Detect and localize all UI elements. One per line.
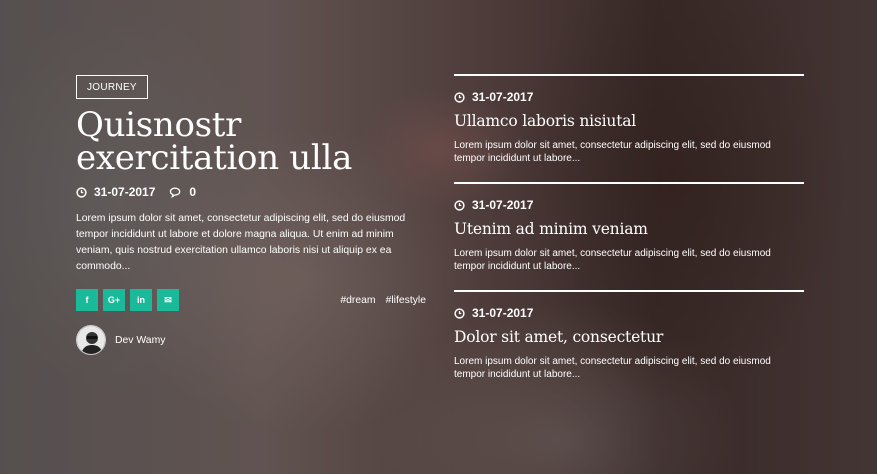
post-title[interactable]: Utenim ad minim veniam: [454, 220, 804, 238]
featured-post-excerpt: Lorem ipsum dolor sit amet, consectetur …: [76, 213, 406, 272]
tag-link[interactable]: #lifestyle: [386, 295, 426, 306]
comments-icon: [170, 187, 181, 198]
list-item: 31-07-2017 Ullamco laboris nisiutal Lore…: [454, 74, 804, 182]
facebook-icon: f: [85, 295, 89, 305]
linkedin-share-button[interactable]: in: [130, 289, 152, 311]
clock-icon: [76, 186, 87, 198]
email-icon: ✉: [164, 294, 172, 305]
author-info: Dev Wamy: [76, 325, 426, 355]
post-excerpt: Lorem ipsum dolor sit amet, consectetur …: [454, 140, 771, 164]
clock-icon: [454, 199, 465, 211]
featured-post-title[interactable]: Quisnostr exercitation ulla: [76, 108, 426, 175]
post-date: 31-07-2017: [472, 90, 534, 104]
author-avatar[interactable]: [76, 325, 106, 355]
post-date: 31-07-2017: [472, 306, 534, 320]
post-title[interactable]: Ullamco laboris nisiutal: [454, 112, 804, 130]
recent-posts-list: 31-07-2017 Ullamco laboris nisiutal Lore…: [454, 74, 804, 398]
post-excerpt: Lorem ipsum dolor sit amet, consectetur …: [454, 248, 771, 272]
email-share-button[interactable]: ✉: [157, 289, 179, 311]
facebook-share-button[interactable]: f: [76, 289, 98, 311]
post-title[interactable]: Dolor sit amet, consectetur: [454, 328, 804, 346]
tag-link[interactable]: #dream: [340, 295, 375, 306]
category-tag[interactable]: JOURNEY: [76, 75, 148, 99]
google-plus-share-button[interactable]: G+: [103, 289, 125, 311]
featured-post-meta: 31-07-2017 0: [76, 185, 426, 199]
linkedin-icon: in: [137, 295, 145, 305]
post-excerpt: Lorem ipsum dolor sit amet, consectetur …: [454, 356, 771, 380]
author-name[interactable]: Dev Wamy: [115, 335, 165, 346]
featured-post: JOURNEY Quisnostr exercitation ulla 31-0…: [76, 75, 426, 355]
list-item: 31-07-2017 Dolor sit amet, consectetur L…: [454, 290, 804, 398]
share-bar: f G+ in ✉ #dream #lifestyle: [76, 289, 426, 311]
google-plus-icon: G+: [107, 295, 121, 305]
clock-icon: [454, 307, 465, 319]
comment-count[interactable]: 0: [189, 185, 196, 199]
list-item: 31-07-2017 Utenim ad minim veniam Lorem …: [454, 182, 804, 290]
featured-post-date: 31-07-2017: [94, 185, 156, 199]
post-tags: #dream #lifestyle: [330, 295, 426, 306]
post-date: 31-07-2017: [472, 198, 534, 212]
clock-icon: [454, 91, 465, 103]
